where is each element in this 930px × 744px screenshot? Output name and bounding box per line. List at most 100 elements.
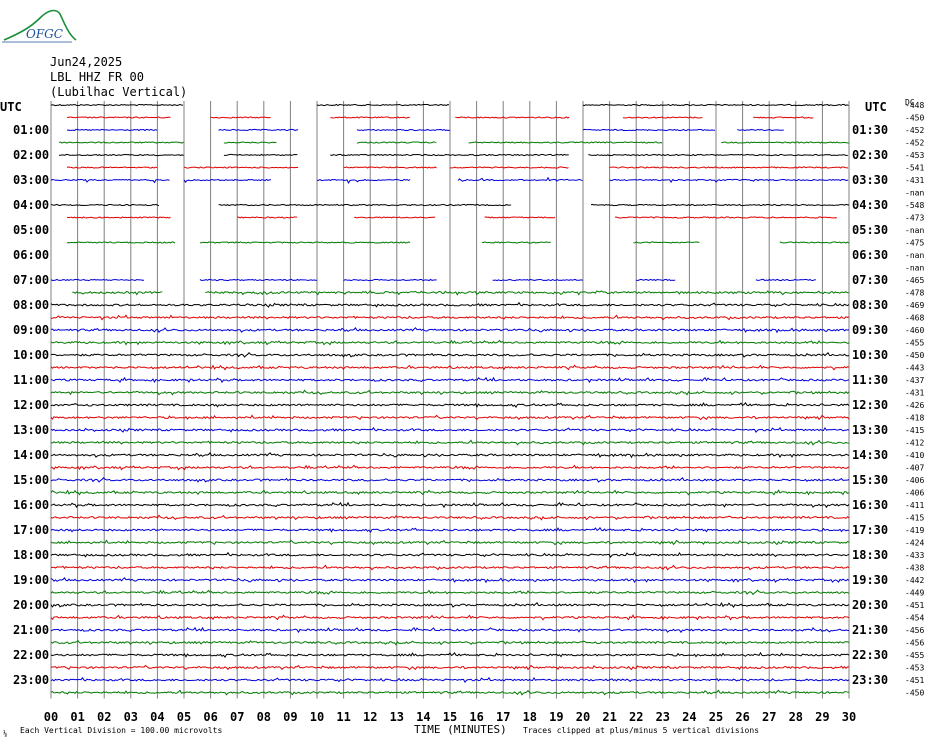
trace-row-0-seg-0 — [50, 103, 184, 107]
hour-label-left-13: 14:00 — [13, 448, 49, 462]
hour-label-right-19: 20:30 — [852, 598, 888, 612]
trace-row-5-seg-1 — [183, 166, 299, 169]
hour-label-left-1: 02:00 — [13, 148, 49, 162]
trace-row-14-seg-4 — [636, 278, 676, 282]
x-tick-label-8: 08 — [257, 710, 271, 724]
hour-label-left-16: 17:00 — [13, 523, 49, 537]
dc-offset-19: -455 — [905, 339, 924, 348]
trace-row-4-seg-2 — [330, 153, 569, 157]
trace-row-15-seg-1 — [205, 290, 849, 296]
x-tick-label-3: 03 — [124, 710, 138, 724]
dc-offset-30: -406 — [905, 476, 924, 485]
dc-offset-32: -411 — [905, 501, 924, 510]
hour-label-right-16: 17:30 — [852, 523, 888, 537]
trace-row-3-seg-3 — [468, 141, 663, 144]
trace-row-3-seg-0 — [58, 141, 184, 144]
x-tick-label-20: 20 — [576, 710, 590, 724]
hour-label-right-15: 16:30 — [852, 498, 888, 512]
dc-offset-47: -450 — [905, 689, 924, 698]
trace-row-2-seg-4 — [737, 128, 784, 132]
x-tick-label-14: 14 — [416, 710, 430, 724]
trace-row-11-seg-1 — [199, 241, 411, 244]
hour-label-left-7: 08:00 — [13, 298, 49, 312]
trace-row-1-seg-1 — [210, 116, 271, 119]
dc-offset-40: -451 — [905, 601, 924, 610]
dc-offset-24: -426 — [905, 401, 924, 410]
dc-offset-14: -465 — [905, 276, 924, 285]
hour-label-right-14: 15:30 — [852, 473, 888, 487]
trace-row-14-seg-5 — [755, 278, 816, 282]
dc-offset-5: -541 — [905, 164, 924, 173]
trace-row-11-seg-0 — [66, 241, 176, 244]
dc-offset-38: -442 — [905, 576, 924, 585]
trace-row-1-seg-2 — [330, 116, 410, 119]
trace-row-8-seg-2 — [590, 203, 850, 207]
x-tick-label-27: 27 — [762, 710, 776, 724]
hour-label-left-3: 04:00 — [13, 198, 49, 212]
trace-row-9-seg-1 — [237, 216, 298, 219]
utc-label-left: UTC — [0, 100, 22, 114]
trace-row-6-seg-2 — [317, 178, 411, 184]
trace-row-2-seg-2 — [356, 128, 451, 132]
hour-label-right-8: 09:30 — [852, 323, 888, 337]
hour-label-left-2: 03:00 — [13, 173, 49, 187]
hour-label-right-7: 08:30 — [852, 298, 888, 312]
utc-label-right: UTC — [865, 100, 887, 114]
hour-label-right-11: 12:30 — [852, 398, 888, 412]
x-tick-label-7: 07 — [230, 710, 244, 724]
x-tick-label-18: 18 — [523, 710, 537, 724]
hour-label-left-22: 23:00 — [13, 673, 49, 687]
hour-label-left-21: 22:00 — [13, 648, 49, 662]
dc-offset-13: -nan — [905, 264, 924, 273]
trace-row-9-seg-3 — [484, 216, 556, 219]
trace-row-6-seg-0 — [50, 178, 170, 184]
dc-offset-16: -469 — [905, 301, 924, 310]
dc-offset-1: -450 — [905, 114, 924, 123]
dc-offset-35: -424 — [905, 539, 924, 548]
x-tick-label-29: 29 — [815, 710, 829, 724]
trace-row-14-seg-3 — [492, 278, 583, 282]
helicorder-page: OFGC Jun24,2025 LBL HHZ FR 00 (Lubilhac … — [0, 0, 930, 744]
trace-row-5-seg-3 — [449, 166, 569, 169]
dc-offset-39: -449 — [905, 589, 924, 598]
dc-offset-41: -454 — [905, 614, 924, 623]
x-axis-title: TIME (MINUTES) — [414, 723, 507, 736]
x-tick-label-6: 06 — [203, 710, 217, 724]
hour-label-right-13: 14:30 — [852, 448, 888, 462]
hour-label-right-18: 19:30 — [852, 573, 888, 587]
dc-offset-27: -412 — [905, 439, 924, 448]
trace-row-2-seg-3 — [582, 128, 716, 132]
dc-offset-31: -406 — [905, 489, 924, 498]
x-tick-label-15: 15 — [443, 710, 457, 724]
dc-offset-20: -450 — [905, 351, 924, 360]
hour-label-right-17: 18:30 — [852, 548, 888, 562]
hour-label-right-9: 10:30 — [852, 348, 888, 362]
x-tick-label-9: 09 — [283, 710, 297, 724]
hour-label-left-17: 18:00 — [13, 548, 49, 562]
hour-label-right-20: 21:30 — [852, 623, 888, 637]
hour-label-right-22: 23:30 — [852, 673, 888, 687]
dc-offset-10: -nan — [905, 226, 924, 235]
x-tick-label-13: 13 — [390, 710, 404, 724]
x-tick-label-1: 01 — [70, 710, 84, 724]
x-tick-label-0: 00 — [44, 710, 58, 724]
dc-offset-42: -456 — [905, 626, 924, 635]
trace-row-3-seg-4 — [721, 141, 849, 144]
x-tick-label-11: 11 — [336, 710, 350, 724]
hour-label-left-10: 11:00 — [13, 373, 49, 387]
trace-row-1-seg-5 — [753, 116, 814, 119]
label-layer: UTC UTC DC 01:0002:0003:0004:0005:0006:0… — [0, 98, 924, 698]
trace-row-14-seg-2 — [343, 278, 437, 282]
trace-row-1-seg-3 — [455, 116, 570, 119]
hour-label-right-5: 06:30 — [852, 248, 888, 262]
hour-label-right-3: 04:30 — [852, 198, 888, 212]
dc-offset-0: -448 — [905, 101, 924, 110]
hour-label-right-1: 02:30 — [852, 148, 888, 162]
hour-label-left-4: 05:00 — [13, 223, 49, 237]
x-axis: 00 01 02 03 04 05 06 07 08 09 10 11 12 13 14 15 16 17 18 19… — [44, 710, 856, 724]
trace-row-0-seg-2 — [582, 103, 849, 107]
trace-row-3-seg-1 — [223, 141, 277, 144]
trace-row-9-seg-0 — [66, 216, 171, 219]
x-tick-label-28: 28 — [789, 710, 803, 724]
x-tick-label-21: 21 — [602, 710, 616, 724]
